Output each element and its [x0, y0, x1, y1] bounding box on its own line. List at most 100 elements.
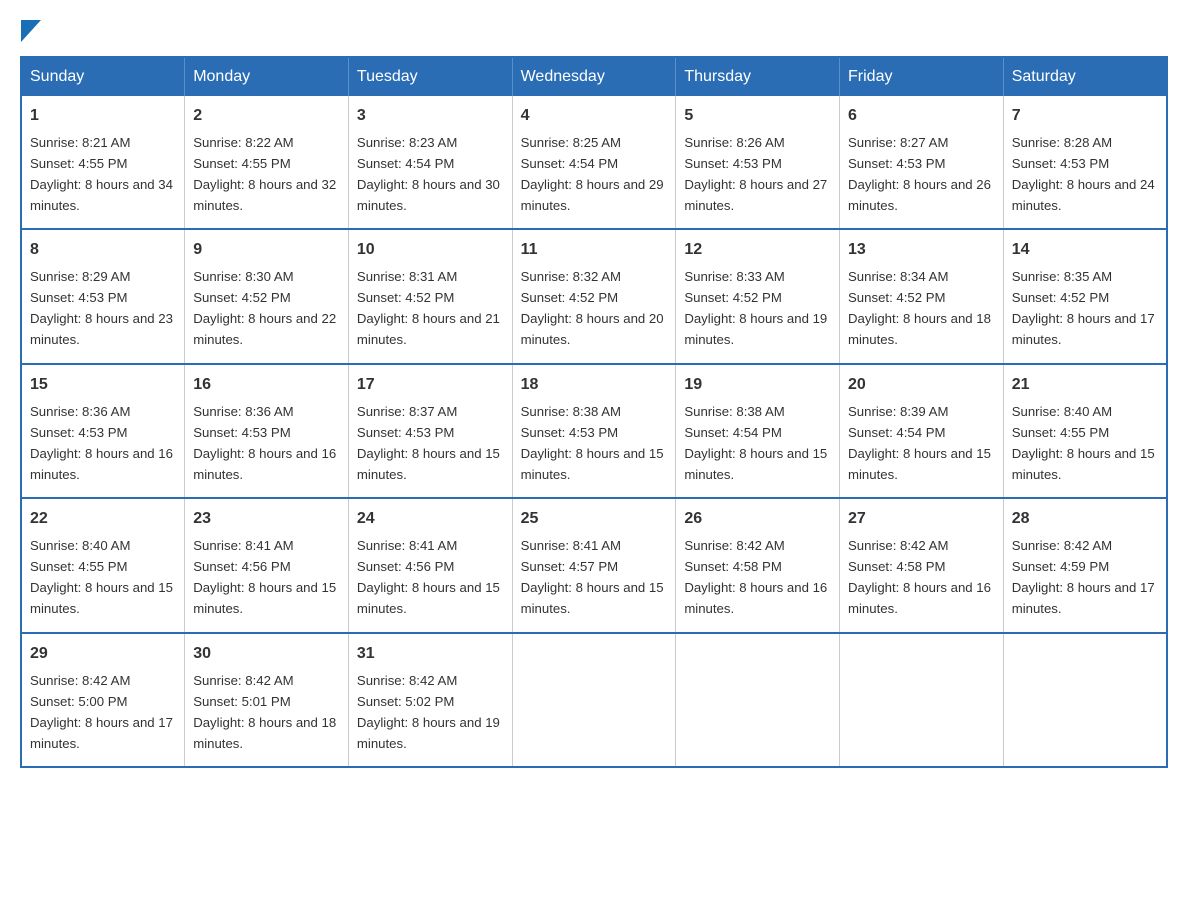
day-of-week-header: Friday — [840, 57, 1004, 96]
day-info: Sunrise: 8:41 AMSunset: 4:56 PMDaylight:… — [357, 538, 500, 616]
calendar-day-cell: 26 Sunrise: 8:42 AMSunset: 4:58 PMDaylig… — [676, 498, 840, 632]
day-number: 14 — [1012, 238, 1158, 263]
page-header — [20, 20, 1168, 40]
calendar-day-cell: 13 Sunrise: 8:34 AMSunset: 4:52 PMDaylig… — [840, 229, 1004, 363]
day-info: Sunrise: 8:27 AMSunset: 4:53 PMDaylight:… — [848, 135, 991, 213]
calendar-day-cell: 2 Sunrise: 8:22 AMSunset: 4:55 PMDayligh… — [185, 96, 349, 229]
day-info: Sunrise: 8:42 AMSunset: 5:02 PMDaylight:… — [357, 673, 500, 751]
calendar-day-cell: 31 Sunrise: 8:42 AMSunset: 5:02 PMDaylig… — [348, 633, 512, 767]
day-number: 8 — [30, 238, 176, 263]
calendar-day-cell: 23 Sunrise: 8:41 AMSunset: 4:56 PMDaylig… — [185, 498, 349, 632]
day-number: 17 — [357, 373, 504, 398]
day-number: 6 — [848, 104, 995, 129]
day-number: 9 — [193, 238, 340, 263]
day-number: 3 — [357, 104, 504, 129]
day-info: Sunrise: 8:33 AMSunset: 4:52 PMDaylight:… — [684, 269, 827, 347]
calendar-week-row: 8 Sunrise: 8:29 AMSunset: 4:53 PMDayligh… — [21, 229, 1167, 363]
day-info: Sunrise: 8:22 AMSunset: 4:55 PMDaylight:… — [193, 135, 336, 213]
day-info: Sunrise: 8:40 AMSunset: 4:55 PMDaylight:… — [1012, 404, 1155, 482]
calendar-day-cell: 22 Sunrise: 8:40 AMSunset: 4:55 PMDaylig… — [21, 498, 185, 632]
calendar-day-cell: 6 Sunrise: 8:27 AMSunset: 4:53 PMDayligh… — [840, 96, 1004, 229]
day-info: Sunrise: 8:38 AMSunset: 4:54 PMDaylight:… — [684, 404, 827, 482]
calendar-day-cell: 15 Sunrise: 8:36 AMSunset: 4:53 PMDaylig… — [21, 364, 185, 498]
day-number: 4 — [521, 104, 668, 129]
calendar-week-row: 29 Sunrise: 8:42 AMSunset: 5:00 PMDaylig… — [21, 633, 1167, 767]
calendar-day-cell: 4 Sunrise: 8:25 AMSunset: 4:54 PMDayligh… — [512, 96, 676, 229]
calendar-day-cell: 7 Sunrise: 8:28 AMSunset: 4:53 PMDayligh… — [1003, 96, 1167, 229]
day-info: Sunrise: 8:28 AMSunset: 4:53 PMDaylight:… — [1012, 135, 1155, 213]
calendar-day-cell: 8 Sunrise: 8:29 AMSunset: 4:53 PMDayligh… — [21, 229, 185, 363]
calendar-day-cell: 10 Sunrise: 8:31 AMSunset: 4:52 PMDaylig… — [348, 229, 512, 363]
day-number: 23 — [193, 507, 340, 532]
day-of-week-header: Thursday — [676, 57, 840, 96]
calendar-day-cell — [676, 633, 840, 767]
day-of-week-header: Sunday — [21, 57, 185, 96]
day-number: 31 — [357, 642, 504, 667]
day-info: Sunrise: 8:40 AMSunset: 4:55 PMDaylight:… — [30, 538, 173, 616]
day-of-week-header: Wednesday — [512, 57, 676, 96]
day-info: Sunrise: 8:35 AMSunset: 4:52 PMDaylight:… — [1012, 269, 1155, 347]
logo — [20, 20, 41, 40]
day-of-week-header: Tuesday — [348, 57, 512, 96]
day-info: Sunrise: 8:41 AMSunset: 4:56 PMDaylight:… — [193, 538, 336, 616]
day-number: 26 — [684, 507, 831, 532]
calendar-day-cell: 27 Sunrise: 8:42 AMSunset: 4:58 PMDaylig… — [840, 498, 1004, 632]
calendar-day-cell: 19 Sunrise: 8:38 AMSunset: 4:54 PMDaylig… — [676, 364, 840, 498]
calendar-day-cell: 5 Sunrise: 8:26 AMSunset: 4:53 PMDayligh… — [676, 96, 840, 229]
day-number: 19 — [684, 373, 831, 398]
day-info: Sunrise: 8:42 AMSunset: 4:59 PMDaylight:… — [1012, 538, 1155, 616]
day-info: Sunrise: 8:26 AMSunset: 4:53 PMDaylight:… — [684, 135, 827, 213]
day-info: Sunrise: 8:34 AMSunset: 4:52 PMDaylight:… — [848, 269, 991, 347]
day-info: Sunrise: 8:38 AMSunset: 4:53 PMDaylight:… — [521, 404, 664, 482]
day-number: 20 — [848, 373, 995, 398]
logo-triangle-icon — [21, 20, 41, 42]
calendar-header-row: SundayMondayTuesdayWednesdayThursdayFrid… — [21, 57, 1167, 96]
day-number: 16 — [193, 373, 340, 398]
calendar-day-cell — [840, 633, 1004, 767]
calendar-day-cell: 3 Sunrise: 8:23 AMSunset: 4:54 PMDayligh… — [348, 96, 512, 229]
day-number: 10 — [357, 238, 504, 263]
calendar-day-cell: 29 Sunrise: 8:42 AMSunset: 5:00 PMDaylig… — [21, 633, 185, 767]
day-info: Sunrise: 8:39 AMSunset: 4:54 PMDaylight:… — [848, 404, 991, 482]
day-number: 2 — [193, 104, 340, 129]
day-info: Sunrise: 8:31 AMSunset: 4:52 PMDaylight:… — [357, 269, 500, 347]
day-info: Sunrise: 8:42 AMSunset: 4:58 PMDaylight:… — [684, 538, 827, 616]
calendar-day-cell: 17 Sunrise: 8:37 AMSunset: 4:53 PMDaylig… — [348, 364, 512, 498]
day-info: Sunrise: 8:36 AMSunset: 4:53 PMDaylight:… — [30, 404, 173, 482]
day-info: Sunrise: 8:21 AMSunset: 4:55 PMDaylight:… — [30, 135, 173, 213]
calendar-day-cell: 20 Sunrise: 8:39 AMSunset: 4:54 PMDaylig… — [840, 364, 1004, 498]
calendar-day-cell: 16 Sunrise: 8:36 AMSunset: 4:53 PMDaylig… — [185, 364, 349, 498]
day-number: 29 — [30, 642, 176, 667]
day-number: 28 — [1012, 507, 1158, 532]
day-of-week-header: Monday — [185, 57, 349, 96]
calendar-day-cell — [1003, 633, 1167, 767]
day-info: Sunrise: 8:23 AMSunset: 4:54 PMDaylight:… — [357, 135, 500, 213]
calendar-day-cell: 30 Sunrise: 8:42 AMSunset: 5:01 PMDaylig… — [185, 633, 349, 767]
day-info: Sunrise: 8:42 AMSunset: 4:58 PMDaylight:… — [848, 538, 991, 616]
day-info: Sunrise: 8:32 AMSunset: 4:52 PMDaylight:… — [521, 269, 664, 347]
day-info: Sunrise: 8:42 AMSunset: 5:00 PMDaylight:… — [30, 673, 173, 751]
calendar-day-cell: 24 Sunrise: 8:41 AMSunset: 4:56 PMDaylig… — [348, 498, 512, 632]
calendar-day-cell: 9 Sunrise: 8:30 AMSunset: 4:52 PMDayligh… — [185, 229, 349, 363]
day-number: 22 — [30, 507, 176, 532]
calendar-day-cell: 28 Sunrise: 8:42 AMSunset: 4:59 PMDaylig… — [1003, 498, 1167, 632]
day-number: 5 — [684, 104, 831, 129]
day-number: 21 — [1012, 373, 1158, 398]
day-number: 27 — [848, 507, 995, 532]
calendar-day-cell: 18 Sunrise: 8:38 AMSunset: 4:53 PMDaylig… — [512, 364, 676, 498]
day-info: Sunrise: 8:29 AMSunset: 4:53 PMDaylight:… — [30, 269, 173, 347]
day-number: 30 — [193, 642, 340, 667]
calendar-week-row: 15 Sunrise: 8:36 AMSunset: 4:53 PMDaylig… — [21, 364, 1167, 498]
calendar-day-cell: 12 Sunrise: 8:33 AMSunset: 4:52 PMDaylig… — [676, 229, 840, 363]
day-info: Sunrise: 8:36 AMSunset: 4:53 PMDaylight:… — [193, 404, 336, 482]
day-number: 18 — [521, 373, 668, 398]
day-number: 1 — [30, 104, 176, 129]
calendar-day-cell — [512, 633, 676, 767]
day-info: Sunrise: 8:41 AMSunset: 4:57 PMDaylight:… — [521, 538, 664, 616]
calendar-day-cell: 25 Sunrise: 8:41 AMSunset: 4:57 PMDaylig… — [512, 498, 676, 632]
day-number: 25 — [521, 507, 668, 532]
calendar-day-cell: 21 Sunrise: 8:40 AMSunset: 4:55 PMDaylig… — [1003, 364, 1167, 498]
calendar-week-row: 1 Sunrise: 8:21 AMSunset: 4:55 PMDayligh… — [21, 96, 1167, 229]
day-of-week-header: Saturday — [1003, 57, 1167, 96]
calendar-day-cell: 14 Sunrise: 8:35 AMSunset: 4:52 PMDaylig… — [1003, 229, 1167, 363]
